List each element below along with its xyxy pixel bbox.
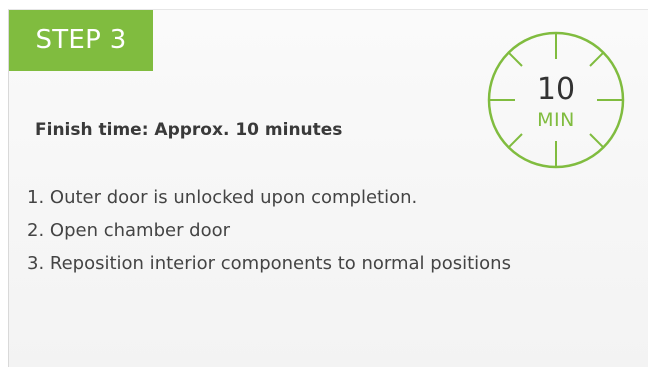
- step-badge: STEP 3: [9, 10, 153, 71]
- finish-time-label: Finish time: Approx. 10 minutes: [35, 120, 343, 140]
- step-card: STEP 3 Finish time: Approx. 10 minutes 1…: [8, 9, 648, 367]
- timer-unit: MIN: [537, 109, 575, 131]
- timer: 10 MIN: [481, 25, 631, 175]
- steps-list: 1. Outer door is unlocked upon completio…: [27, 181, 511, 280]
- list-item: 3. Reposition interior components to nor…: [27, 253, 511, 274]
- list-item: 2. Open chamber door: [27, 220, 231, 241]
- timer-number: 10: [536, 72, 576, 107]
- list-item: 1. Outer door is unlocked upon completio…: [27, 187, 418, 208]
